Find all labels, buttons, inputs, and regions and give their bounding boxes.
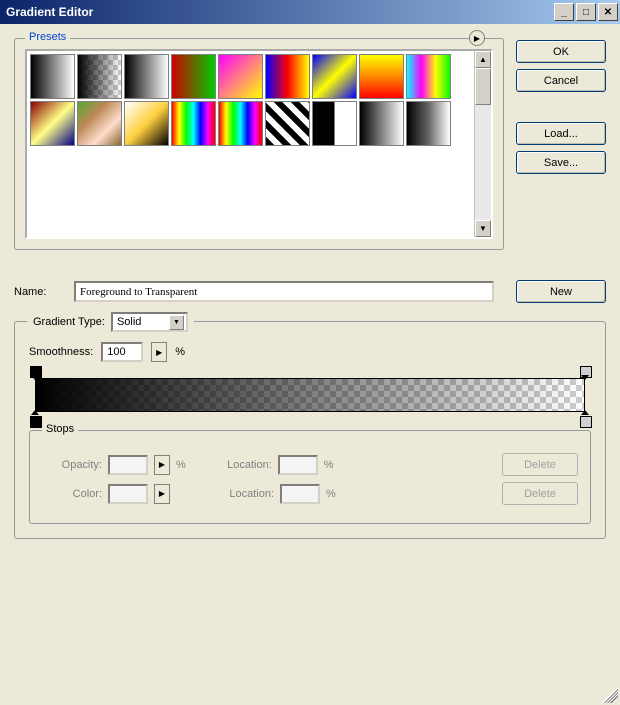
presets-group: Presets ▶ <box>14 38 504 250</box>
scroll-track[interactable] <box>475 105 491 220</box>
preset-swatch[interactable] <box>30 101 75 146</box>
load-button[interactable]: Load... <box>516 122 606 145</box>
preset-swatch[interactable] <box>30 54 75 99</box>
color-location-input[interactable] <box>280 484 320 504</box>
cancel-button[interactable]: Cancel <box>516 69 606 92</box>
preset-swatch[interactable] <box>218 101 263 146</box>
opacity-flyout-icon[interactable]: ▶ <box>154 455 170 475</box>
location-unit-2: % <box>326 488 336 500</box>
smoothness-unit: % <box>175 346 185 358</box>
opacity-stop-left[interactable] <box>29 362 41 378</box>
preset-swatch[interactable] <box>171 54 216 99</box>
preset-swatch[interactable] <box>218 54 263 99</box>
resize-grip-icon[interactable] <box>602 687 618 703</box>
gradient-ramp[interactable] <box>29 378 591 412</box>
stops-group: Stops Opacity: ▶ % Location: % Delete Co… <box>29 430 591 524</box>
preset-swatch[interactable] <box>406 54 451 99</box>
smoothness-label: Smoothness: <box>29 346 93 358</box>
ok-button[interactable]: OK <box>516 40 606 63</box>
presets-listbox: ▲ ▼ <box>25 49 493 239</box>
maximize-button[interactable]: □ <box>576 3 596 21</box>
opacity-input[interactable] <box>108 455 148 475</box>
gradient-type-dropdown[interactable]: Solid ▼ <box>111 312 188 332</box>
preset-swatch[interactable] <box>265 101 310 146</box>
preset-swatch[interactable] <box>77 101 122 146</box>
location-label-1: Location: <box>208 459 272 471</box>
delete-opacity-stop-button[interactable]: Delete <box>502 453 578 476</box>
opacity-location-input[interactable] <box>278 455 318 475</box>
presets-menu-icon[interactable]: ▶ <box>469 30 485 46</box>
color-input[interactable] <box>108 484 148 504</box>
opacity-stop-right[interactable] <box>579 362 591 378</box>
preset-swatch[interactable] <box>77 54 122 99</box>
color-flyout-icon[interactable]: ▶ <box>154 484 170 504</box>
preset-swatch[interactable] <box>312 54 357 99</box>
scroll-thumb[interactable] <box>475 68 491 105</box>
minimize-button[interactable]: _ <box>554 3 574 21</box>
gradient-preview[interactable] <box>35 378 585 412</box>
location-label-2: Location: <box>210 488 274 500</box>
preset-swatch[interactable] <box>359 54 404 99</box>
presets-label: Presets <box>25 31 70 43</box>
preset-swatch[interactable] <box>124 101 169 146</box>
delete-color-stop-button[interactable]: Delete <box>502 482 578 505</box>
color-stop-left[interactable] <box>29 412 41 428</box>
opacity-label: Opacity: <box>42 459 102 471</box>
window-title: Gradient Editor <box>6 5 552 19</box>
dialog-buttons: OK Cancel Load... Save... <box>516 32 606 250</box>
close-button[interactable]: ✕ <box>598 3 618 21</box>
preset-swatch[interactable] <box>359 101 404 146</box>
gradient-type-value: Solid <box>117 316 165 328</box>
opacity-unit: % <box>176 459 186 471</box>
preset-swatch[interactable] <box>312 101 357 146</box>
stops-label: Stops <box>42 423 78 435</box>
preset-swatch[interactable] <box>406 101 451 146</box>
smoothness-flyout-icon[interactable]: ▶ <box>151 342 167 362</box>
location-unit-1: % <box>324 459 334 471</box>
gradient-type-label: Gradient Type: <box>33 316 105 328</box>
new-button[interactable]: New <box>516 280 606 303</box>
preset-swatch[interactable] <box>124 54 169 99</box>
chevron-down-icon[interactable]: ▼ <box>169 315 184 330</box>
scroll-up-icon[interactable]: ▲ <box>475 51 491 68</box>
color-label: Color: <box>42 488 102 500</box>
presets-grid <box>27 51 474 237</box>
preset-swatch[interactable] <box>265 54 310 99</box>
scroll-down-icon[interactable]: ▼ <box>475 220 491 237</box>
name-label: Name: <box>14 286 64 298</box>
gradient-settings-group: Gradient Type: Solid ▼ Smoothness: 100 ▶… <box>14 321 606 539</box>
title-bar: Gradient Editor _ □ ✕ <box>0 0 620 24</box>
presets-scrollbar[interactable]: ▲ ▼ <box>474 51 491 237</box>
dialog-content: Presets ▶ <box>0 24 620 705</box>
name-input[interactable]: Foreground to Transparent <box>74 281 494 302</box>
preset-swatch[interactable] <box>171 101 216 146</box>
smoothness-input[interactable]: 100 <box>101 342 143 362</box>
save-button[interactable]: Save... <box>516 151 606 174</box>
color-stop-right[interactable] <box>579 412 591 428</box>
